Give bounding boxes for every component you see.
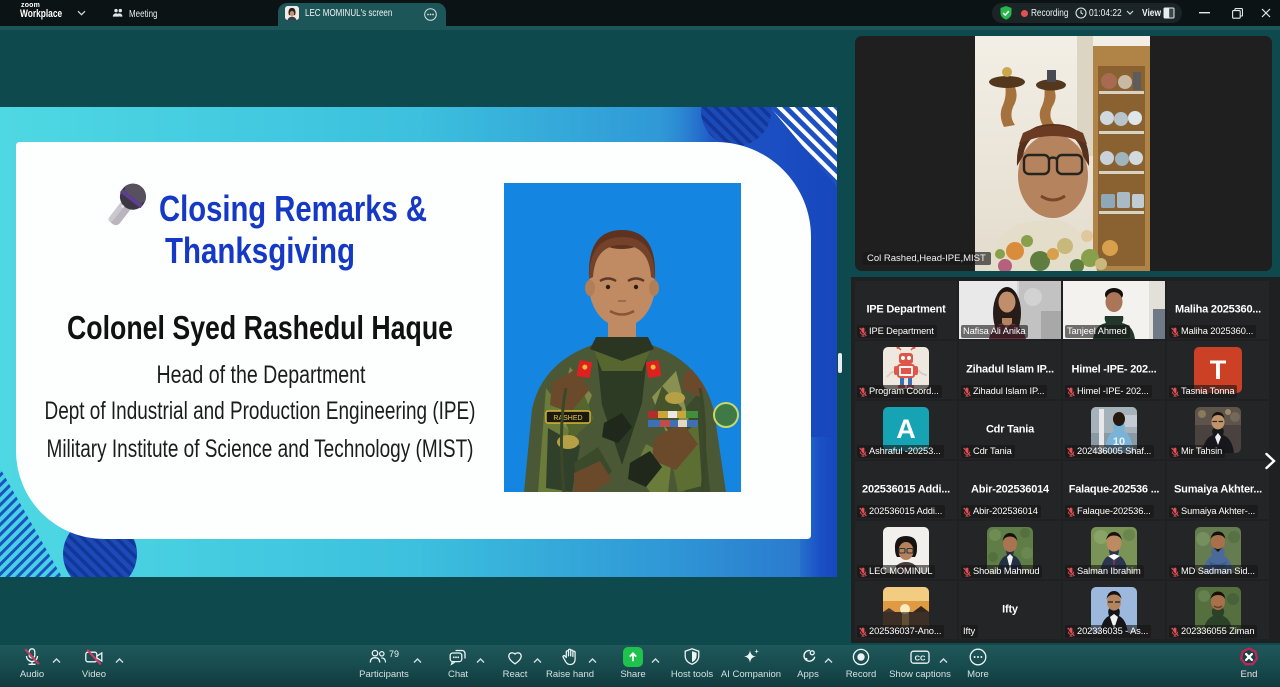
svg-text:Colonel Syed Rashedul Haque: Colonel Syed Rashedul Haque [67,309,453,346]
svg-text:Thanksgiving: Thanksgiving [165,230,355,271]
svg-text:CC: CC [915,653,926,662]
svg-text:Military Institute of Science: Military Institute of Science and Techno… [47,435,474,463]
svg-text:79: 79 [389,649,399,659]
svg-text:RASHED: RASHED [553,415,582,422]
svg-text:Dept of Industrial and Product: Dept of Industrial and Production Engine… [45,397,476,425]
svg-text:Closing Remarks &: Closing Remarks & [159,188,427,229]
svg-text:Head of the Department: Head of the Department [157,361,366,389]
